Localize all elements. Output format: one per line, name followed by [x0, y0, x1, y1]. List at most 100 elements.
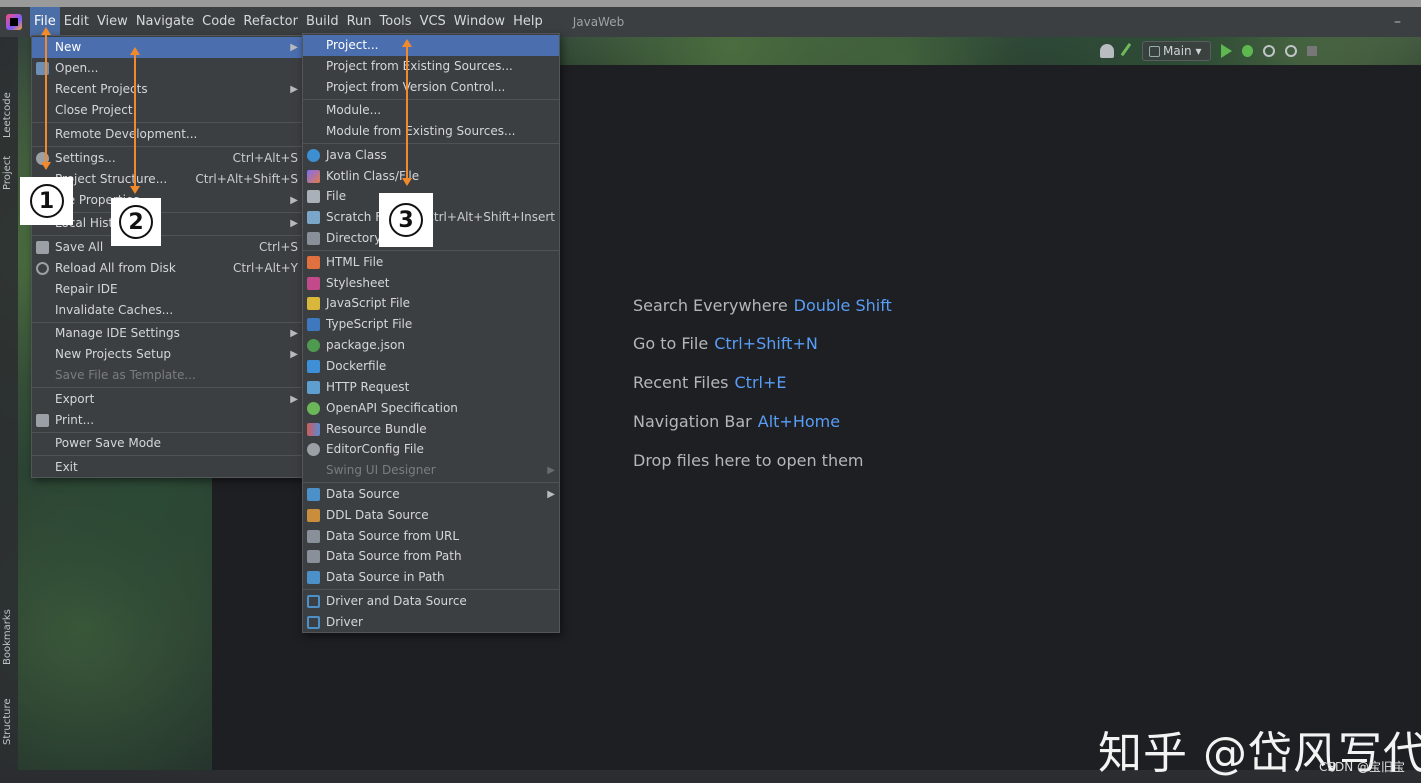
java-class-icon	[307, 149, 320, 162]
run-icon[interactable]	[1220, 44, 1232, 58]
hammer-icon[interactable]	[1120, 42, 1136, 60]
hint-shortcut: Double Shift	[793, 296, 892, 315]
docker-icon	[307, 360, 320, 373]
arrow-down-icon	[130, 186, 140, 194]
menu-item-project-from-vcs[interactable]: Project from Version Control...	[303, 77, 559, 98]
hint-shortcut: Ctrl+Shift+N	[714, 334, 818, 353]
menu-item-driver-and-data-source[interactable]: Driver and Data Source	[303, 591, 559, 612]
menu-item-html-file[interactable]: HTML File	[303, 252, 559, 273]
stop-icon[interactable]	[1306, 46, 1317, 56]
badge-number: 2	[119, 205, 153, 239]
user-icon[interactable]	[1100, 44, 1114, 58]
menu-item-label: Manage IDE Settings	[55, 326, 180, 340]
hint-label: Search Everywhere	[633, 296, 788, 315]
menu-item-java-class[interactable]: Java Class	[303, 145, 559, 166]
menu-item-label: Dockerfile	[326, 359, 387, 373]
resource-bundle-icon	[307, 423, 320, 436]
folder-icon	[307, 550, 320, 563]
menu-item-stylesheet[interactable]: Stylesheet	[303, 273, 559, 294]
menu-item-editorconfig[interactable]: EditorConfig File	[303, 439, 559, 460]
hint-label: Navigation Bar	[633, 412, 752, 431]
hint-shortcut: Alt+Home	[757, 412, 841, 431]
database-icon	[307, 571, 320, 584]
menu-item-remote-development[interactable]: Remote Development...	[32, 124, 302, 145]
menu-item-openapi[interactable]: OpenAPI Specification	[303, 398, 559, 419]
profiler-icon[interactable]	[1284, 45, 1297, 57]
menu-item-invalidate-caches[interactable]: Invalidate Caches...	[32, 300, 302, 321]
structure-tool-tab[interactable]: Structure	[2, 698, 13, 745]
menu-item-label: Swing UI Designer	[326, 463, 436, 477]
menu-item-data-source-path[interactable]: Data Source from Path	[303, 546, 559, 567]
menu-item-shortcut: Ctrl+Alt+Shift+S	[195, 172, 298, 186]
arrow-up-icon	[41, 27, 51, 35]
bookmarks-tool-tab[interactable]: Bookmarks	[2, 609, 13, 665]
refresh-icon	[36, 262, 49, 275]
debug-icon[interactable]	[1241, 45, 1253, 57]
http-request-icon	[307, 381, 320, 394]
run-config-select[interactable]: Main ▾	[1142, 41, 1211, 61]
run-config-label: Main	[1163, 44, 1192, 58]
menu-item-new-projects-setup[interactable]: New Projects Setup ▶	[32, 344, 302, 365]
menu-item-label: DDL Data Source	[326, 508, 429, 522]
annotation-badge-3: 3	[379, 193, 433, 247]
submenu-arrow-icon: ▶	[290, 218, 298, 229]
leetcode-tool-tab[interactable]: Leetcode	[2, 92, 13, 138]
menu-navigate[interactable]: Navigate	[132, 7, 198, 37]
menu-item-module-from-existing[interactable]: Module from Existing Sources...	[303, 121, 559, 142]
project-tool-tab[interactable]: Project	[2, 156, 13, 190]
menu-item-data-source[interactable]: Data Source ▶	[303, 484, 559, 505]
menu-item-kotlin-class[interactable]: Kotlin Class/File	[303, 166, 559, 187]
menu-item-close-project[interactable]: Close Project	[32, 100, 302, 121]
annotation-badge-1: 1	[20, 177, 73, 225]
run-toolbar: Main ▾	[1100, 41, 1317, 61]
badge-number: 1	[29, 184, 64, 218]
menu-separator	[32, 146, 302, 147]
menu-item-reload[interactable]: Reload All from Disk Ctrl+Alt+Y	[32, 258, 302, 279]
menu-item-new[interactable]: New ▶	[32, 37, 302, 58]
menu-item-label: Export	[55, 392, 95, 406]
menu-item-data-source-in-path[interactable]: Data Source in Path	[303, 567, 559, 588]
menu-separator	[32, 455, 302, 456]
coverage-icon[interactable]	[1262, 45, 1275, 57]
chevron-down-icon: ▾	[1195, 44, 1202, 58]
menu-item-recent-projects[interactable]: Recent Projects ▶	[32, 79, 302, 100]
menu-item-dockerfile[interactable]: Dockerfile	[303, 356, 559, 377]
hint-label: Go to File	[633, 334, 709, 353]
menu-item-ddl-data-source[interactable]: DDL Data Source	[303, 505, 559, 526]
menu-item-http-request[interactable]: HTTP Request	[303, 377, 559, 398]
menu-bar: File Edit View Navigate Code Refactor Bu…	[0, 7, 1421, 37]
menu-item-project-from-existing[interactable]: Project from Existing Sources...	[303, 56, 559, 77]
menu-refactor[interactable]: Refactor	[239, 7, 302, 37]
menu-item-exit[interactable]: Exit	[32, 457, 302, 478]
menu-item-open[interactable]: Open...	[32, 58, 302, 79]
minimize-button[interactable]: –	[1394, 7, 1401, 37]
driver-icon	[307, 595, 320, 608]
menu-view[interactable]: View	[93, 7, 132, 37]
menu-item-power-save-mode[interactable]: Power Save Mode	[32, 433, 302, 454]
window-title: JavaWeb	[572, 15, 625, 29]
package-json-icon	[307, 339, 320, 352]
menu-item-resource-bundle[interactable]: Resource Bundle	[303, 419, 559, 440]
menu-item-export[interactable]: Export ▶	[32, 389, 302, 410]
annotation-arrow-1	[45, 32, 47, 167]
menu-item-driver[interactable]: Driver	[303, 612, 559, 633]
file-menu: New ▶ Open... Recent Projects ▶ Close Proj…	[31, 35, 303, 478]
menu-item-javascript-file[interactable]: JavaScript File	[303, 293, 559, 314]
menu-item-save-all[interactable]: Save All Ctrl+S	[32, 237, 302, 258]
menu-item-repair-ide[interactable]: Repair IDE	[32, 279, 302, 300]
menu-item-new-project[interactable]: Project...	[303, 35, 559, 56]
menu-item-manage-ide-settings[interactable]: Manage IDE Settings ▶	[32, 323, 302, 344]
menu-item-label: Reload All from Disk	[55, 261, 176, 275]
menu-item-package-json[interactable]: package.json	[303, 335, 559, 356]
menu-item-typescript-file[interactable]: TypeScript File	[303, 314, 559, 335]
menu-item-label: New Projects Setup	[55, 347, 172, 361]
menu-item-print[interactable]: Print...	[32, 410, 302, 431]
menu-item-module[interactable]: Module...	[303, 100, 559, 121]
html-file-icon	[307, 256, 320, 269]
intellij-logo-icon[interactable]	[6, 14, 22, 30]
menu-edit[interactable]: Edit	[60, 7, 93, 37]
menu-item-data-source-url[interactable]: Data Source from URL	[303, 526, 559, 547]
menu-code[interactable]: Code	[198, 7, 239, 37]
menu-item-settings[interactable]: Settings... Ctrl+Alt+S	[32, 148, 302, 169]
menu-item-label: Stylesheet	[326, 276, 390, 290]
